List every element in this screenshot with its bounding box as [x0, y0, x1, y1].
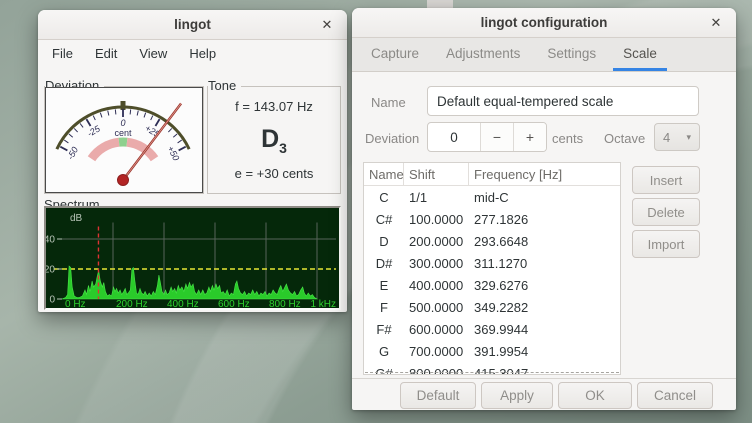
ok-button[interactable]: OK: [558, 382, 632, 409]
table-row[interactable]: G700.0000391.9954: [364, 340, 620, 362]
svg-text:20: 20: [46, 265, 55, 276]
tuner-menubar: File Edit View Help: [38, 40, 347, 66]
svg-text:cent: cent: [114, 128, 132, 138]
svg-text:dB: dB: [70, 213, 83, 224]
col-frequency[interactable]: Frequency [Hz]: [469, 163, 620, 185]
deviation-label: Deviation: [365, 131, 419, 146]
deviation-spinbox: 0 − +: [427, 122, 547, 152]
table-row[interactable]: D#300.0000311.1270: [364, 252, 620, 274]
config-window-title: lingot configuration: [481, 15, 608, 30]
action-separator: [352, 378, 736, 379]
deviation-value[interactable]: 0: [428, 123, 480, 151]
tab-settings[interactable]: Settings: [537, 38, 606, 71]
scale-table[interactable]: Name Shift Frequency [Hz] C1/1mid-C C#10…: [363, 162, 621, 375]
table-row[interactable]: C1/1mid-C: [364, 186, 620, 208]
row-focus-indicator: [365, 372, 619, 373]
chevron-down-icon: ▾: [686, 132, 691, 143]
import-button[interactable]: Import: [632, 230, 700, 258]
col-shift[interactable]: Shift: [404, 163, 469, 185]
tuner-window: lingot ✕ File Edit View Help Deviation -…: [38, 10, 347, 312]
table-row[interactable]: G#800.0000415.3047: [364, 362, 620, 375]
tuner-titlebar[interactable]: lingot ✕: [38, 10, 347, 40]
svg-text:0 Hz: 0 Hz: [65, 299, 86, 308]
table-row[interactable]: D200.0000293.6648: [364, 230, 620, 252]
spectrum-frame: Spectrum dB020400 Hz200 Hz400 Hz600 Hz80…: [44, 206, 341, 310]
col-name[interactable]: Name: [364, 163, 404, 185]
cents-label: cents: [552, 131, 583, 146]
tone-frame: Tone f = 143.07 Hz D3 e = +30 cents: [207, 86, 341, 194]
cancel-button[interactable]: Cancel: [637, 382, 713, 409]
table-row[interactable]: F500.0000349.2282: [364, 296, 620, 318]
config-titlebar[interactable]: lingot configuration ✕: [352, 8, 736, 38]
menu-edit[interactable]: Edit: [89, 44, 123, 63]
spectrum-chart: dB020400 Hz200 Hz400 Hz600 Hz800 Hz1 kHz: [44, 206, 341, 310]
error-readout: e = +30 cents: [235, 166, 314, 181]
tuning-gauge: -50-250+25+50cent: [45, 87, 203, 193]
svg-text:800 Hz: 800 Hz: [269, 299, 301, 308]
svg-text:400 Hz: 400 Hz: [167, 299, 199, 308]
svg-text:0: 0: [49, 295, 55, 306]
config-window: lingot configuration ✕ Capture Adjustmen…: [352, 8, 736, 410]
menu-file[interactable]: File: [46, 44, 79, 63]
tab-adjustments[interactable]: Adjustments: [436, 38, 530, 71]
config-tabstrip: Capture Adjustments Settings Scale: [352, 38, 736, 72]
tab-scale[interactable]: Scale: [613, 38, 667, 71]
table-row[interactable]: C#100.0000277.1826: [364, 208, 620, 230]
plus-icon[interactable]: +: [513, 123, 546, 151]
tab-capture[interactable]: Capture: [361, 38, 429, 71]
svg-text:1 kHz: 1 kHz: [310, 299, 336, 308]
delete-button[interactable]: Delete: [632, 198, 700, 226]
octave-label: Octave: [604, 131, 645, 146]
scale-name-input[interactable]: Default equal-tempered scale: [427, 86, 699, 116]
svg-text:-25: -25: [85, 123, 102, 139]
insert-button[interactable]: Insert: [632, 166, 700, 194]
svg-text:600 Hz: 600 Hz: [218, 299, 250, 308]
close-icon[interactable]: ✕: [317, 15, 337, 35]
menu-help[interactable]: Help: [183, 44, 222, 63]
frequency-readout: f = 143.07 Hz: [235, 99, 313, 114]
svg-text:40: 40: [46, 235, 55, 246]
menu-view[interactable]: View: [133, 44, 173, 63]
default-button[interactable]: Default: [400, 382, 476, 409]
svg-text:-50: -50: [65, 145, 80, 161]
svg-text:+50: +50: [165, 144, 181, 162]
svg-text:200 Hz: 200 Hz: [116, 299, 148, 308]
table-header: Name Shift Frequency [Hz]: [364, 163, 620, 186]
close-icon[interactable]: ✕: [706, 13, 726, 33]
tuner-window-title: lingot: [174, 17, 211, 32]
deviation-frame: Deviation -50-250+25+50cent: [44, 86, 204, 194]
note-readout: D3: [261, 125, 287, 156]
octave-dropdown[interactable]: 4 ▾: [654, 123, 700, 151]
table-row[interactable]: F#600.0000369.9944: [364, 318, 620, 340]
name-label: Name: [371, 95, 406, 110]
svg-text:0: 0: [120, 118, 125, 128]
table-row[interactable]: E400.0000329.6276: [364, 274, 620, 296]
apply-button[interactable]: Apply: [481, 382, 553, 409]
minus-icon[interactable]: −: [480, 123, 513, 151]
